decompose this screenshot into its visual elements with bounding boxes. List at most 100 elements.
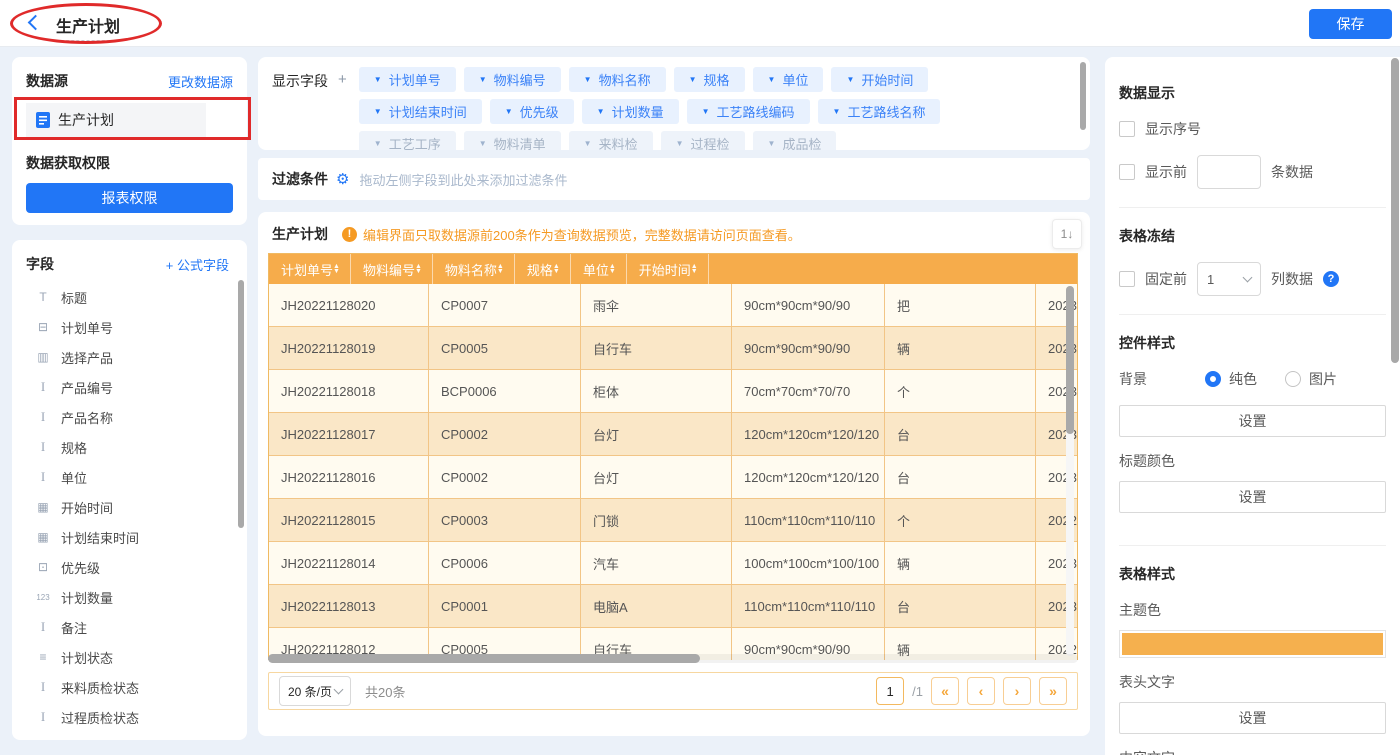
field-item[interactable]: ▦ 开始时间 (26, 492, 237, 522)
column-label: 开始时间 (639, 260, 691, 279)
first-page-button[interactable]: « (931, 677, 959, 705)
field-item[interactable]: T 标题 (26, 282, 237, 312)
sort-carets-icon[interactable]: ▲▼ (497, 264, 504, 274)
page-size-select[interactable]: 20 条/页 (279, 676, 351, 706)
header-text-set-button[interactable]: 设置 (1119, 702, 1386, 734)
prev-page-button[interactable]: ‹ (967, 677, 995, 705)
table-row: JH20221128020 CP0007 雨伞 90cm*90cm*90/90 … (269, 284, 1077, 327)
chip-label: 工艺路线编码 (717, 102, 795, 121)
fix-first-checkbox[interactable] (1119, 271, 1135, 287)
table-vscrollbar[interactable] (1066, 286, 1074, 434)
table-header-cell[interactable]: 物料名称 ▲▼ (433, 254, 515, 284)
field-chip[interactable]: ▼ 物料编号 (464, 67, 561, 92)
field-chip[interactable]: ▼ 计划数量 (582, 99, 679, 124)
field-item[interactable]: 123 计划数量 (26, 582, 237, 612)
show-index-checkbox[interactable] (1119, 121, 1135, 137)
field-item[interactable]: ▥ 选择产品 (26, 342, 237, 372)
table-cell: 90cm*90cm*90/90 (732, 284, 885, 327)
sort-carets-icon[interactable]: ▲▼ (609, 264, 616, 274)
fields-scrollbar[interactable] (238, 280, 244, 528)
field-item[interactable]: ⊡ 优先级 (26, 552, 237, 582)
field-chip[interactable]: ▼ 单位 (753, 67, 824, 92)
solid-color-radio[interactable] (1205, 371, 1221, 387)
table-cell: 110cm*110cm*110/110 (732, 499, 885, 542)
field-label: 标题 (61, 288, 87, 307)
text-icon: I (34, 709, 52, 725)
field-item[interactable]: ⊟ 计划单号 (26, 312, 237, 342)
column-label: 单位 (583, 260, 609, 279)
table-header-cell[interactable]: 规格 ▲▼ (515, 254, 571, 284)
chip-label: 计划结束时间 (389, 102, 467, 121)
background-set-button[interactable]: 设置 (1119, 405, 1386, 437)
back-icon[interactable] (28, 15, 44, 31)
sort-carets-icon[interactable]: ▲▼ (691, 264, 698, 274)
table-hscrollbar[interactable] (268, 654, 700, 663)
field-item[interactable]: I 产品名称 (26, 402, 237, 432)
table-cell: CP0002 (429, 413, 581, 456)
field-item[interactable]: ▦ 计划结束时间 (26, 522, 237, 552)
chevron-down-icon: ▼ (702, 108, 710, 116)
gear-icon[interactable]: ⚙ (336, 172, 349, 187)
chips-scrollbar[interactable] (1080, 62, 1086, 130)
page-number-box[interactable]: 1 (876, 677, 904, 705)
field-item[interactable]: I 备注 (26, 612, 237, 642)
table-header-cell[interactable]: 开始时间 ▲▼ (627, 254, 709, 284)
table-cell: 台 (885, 585, 1036, 628)
table-header-cell[interactable]: 单位 ▲▼ (571, 254, 627, 284)
sort-carets-icon[interactable]: ▲▼ (333, 264, 340, 274)
table-cell: JH20221128015 (269, 499, 429, 542)
chevron-down-icon: ▼ (676, 140, 684, 148)
add-field-icon[interactable]: + (338, 71, 347, 88)
window-scrollbar[interactable] (1391, 58, 1399, 363)
show-first-checkbox[interactable] (1119, 164, 1135, 180)
filter-bar[interactable]: 过滤条件 ⚙ 拖动左侧字段到此处来添加过滤条件 (258, 158, 1090, 200)
field-chip-disabled[interactable]: ▼ 工艺工序 (359, 131, 456, 150)
show-first-input[interactable] (1197, 155, 1261, 189)
field-chip[interactable]: ▼ 计划结束时间 (359, 99, 482, 124)
table-header-cell[interactable]: 计划单号 ▲▼ (269, 254, 351, 284)
field-item[interactable]: I 来料质检状态 (26, 672, 237, 702)
help-icon[interactable]: ? (1323, 271, 1339, 287)
chip-label: 计划数量 (612, 102, 664, 121)
title-color-set-button[interactable]: 设置 (1119, 481, 1386, 513)
table-cell: 个 (885, 370, 1036, 413)
field-chip[interactable]: ▼ 优先级 (490, 99, 574, 124)
field-chip[interactable]: ▼ 计划单号 (359, 67, 456, 92)
field-item[interactable]: I 单位 (26, 462, 237, 492)
sort-order-button[interactable]: 1↓ (1052, 219, 1082, 249)
change-datasource-link[interactable]: 更改数据源 (168, 72, 233, 91)
field-item[interactable]: I 产品编号 (26, 372, 237, 402)
field-item[interactable]: I 过程质检状态 (26, 702, 237, 732)
fix-columns-select[interactable]: 1 (1197, 262, 1261, 296)
table-header-cell[interactable]: 物料编号 ▲▼ (351, 254, 433, 284)
field-chip[interactable]: ▼ 开始时间 (831, 67, 928, 92)
field-chip[interactable]: ▼ 物料名称 (569, 67, 666, 92)
theme-color-swatch[interactable] (1119, 630, 1386, 658)
chevron-down-icon: ▼ (374, 140, 382, 148)
field-chip-disabled[interactable]: ▼ 成品检 (753, 131, 837, 150)
report-permission-button[interactable]: 报表权限 (26, 183, 233, 213)
next-page-button[interactable]: › (1003, 677, 1031, 705)
last-page-button[interactable]: » (1039, 677, 1067, 705)
add-formula-field-link[interactable]: + 公式字段 (166, 255, 229, 274)
field-chip[interactable]: ▼ 工艺路线编码 (687, 99, 810, 124)
sort-carets-icon[interactable]: ▲▼ (553, 264, 560, 274)
fix-first-label: 固定前 (1145, 269, 1187, 289)
production-table: 计划单号 ▲▼ 物料编号 ▲▼ 物料名称 ▲▼ 规格 ▲▼ (268, 253, 1078, 660)
field-chip[interactable]: ▼ 工艺路线名称 (818, 99, 941, 124)
field-chip-disabled[interactable]: ▼ 过程检 (661, 131, 745, 150)
image-radio[interactable] (1285, 371, 1301, 387)
field-item[interactable]: I 规格 (26, 432, 237, 462)
chevron-down-icon: ▼ (479, 76, 487, 84)
table-cell: JH20221128014 (269, 542, 429, 585)
field-chip-disabled[interactable]: ▼ 来料检 (569, 131, 653, 150)
field-chip[interactable]: ▼ 规格 (674, 67, 745, 92)
save-button[interactable]: 保存 (1309, 9, 1392, 39)
field-item[interactable]: ≡ 计划状态 (26, 642, 237, 672)
table-cell: JH20221128019 (269, 327, 429, 370)
field-chip-disabled[interactable]: ▼ 物料清单 (464, 131, 561, 150)
chip-label: 规格 (704, 70, 730, 89)
chevron-down-icon: ▼ (768, 140, 776, 148)
datasource-item[interactable]: 生产计划 (26, 103, 206, 137)
sort-carets-icon[interactable]: ▲▼ (415, 264, 422, 274)
